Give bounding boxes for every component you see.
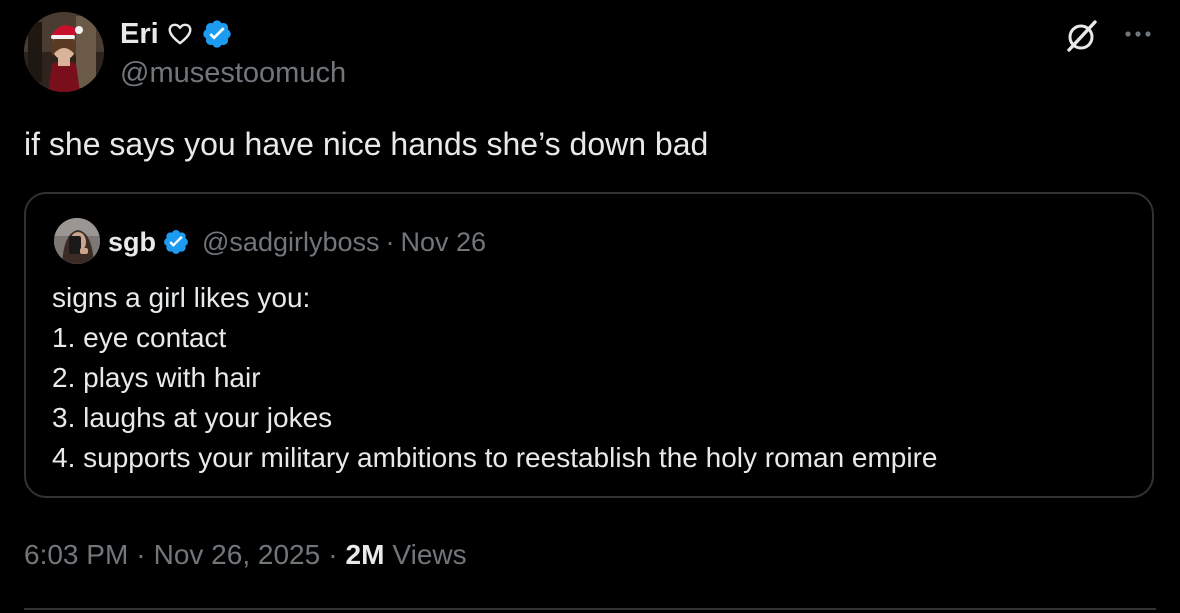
quoted-tweet-separator: · bbox=[385, 226, 395, 257]
views-count: 2M bbox=[345, 539, 385, 570]
quoted-tweet-line: 3. laughs at your jokes bbox=[52, 402, 333, 433]
quoted-author-avatar bbox=[54, 218, 100, 264]
quoted-author-handle[interactable]: @sadgirlyboss bbox=[202, 227, 379, 258]
tweet-text: if she says you have nice hands she’s do… bbox=[24, 126, 709, 162]
author-avatar[interactable] bbox=[24, 12, 104, 92]
grok-icon[interactable] bbox=[1064, 18, 1100, 54]
tweet-container: Eri @musestoomuch if she says you have n… bbox=[0, 0, 1180, 613]
author-handle[interactable]: @musestoomuch bbox=[120, 55, 346, 91]
quoted-tweet-line: 2. plays with hair bbox=[52, 362, 261, 393]
quoted-tweet-card[interactable]: sgb @sadgirlyboss · Nov 26 signs a girl … bbox=[24, 192, 1154, 498]
views-label: Views bbox=[392, 539, 467, 570]
author-avatar-image bbox=[24, 12, 104, 92]
quoted-tweet-text: signs a girl likes you: 1. eye contact 2… bbox=[52, 278, 938, 478]
author-display-name[interactable]: Eri bbox=[120, 16, 159, 52]
tweet-meta-row: 6:03 PM · Nov 26, 2025 · 2M Views bbox=[24, 535, 467, 575]
quoted-tweet-header: sgb @sadgirlyboss · Nov 26 bbox=[108, 224, 486, 260]
meta-separator: · bbox=[136, 539, 146, 570]
quoted-tweet-line: 4. supports your military ambitions to r… bbox=[52, 442, 938, 473]
heart-outline-icon bbox=[167, 21, 193, 47]
author-name-row: Eri bbox=[120, 16, 233, 52]
meta-separator: · bbox=[328, 539, 338, 570]
verified-badge-icon[interactable] bbox=[162, 228, 190, 256]
quoted-author-avatar-image bbox=[54, 218, 100, 264]
quoted-author-display-name[interactable]: sgb bbox=[108, 227, 156, 258]
more-horizontal-icon[interactable] bbox=[1120, 22, 1156, 46]
verified-badge-icon[interactable] bbox=[201, 18, 233, 50]
tweet-date[interactable]: Nov 26, 2025 bbox=[154, 539, 321, 571]
divider bbox=[24, 608, 1156, 610]
quoted-tweet-line: signs a girl likes you: bbox=[52, 282, 311, 313]
tweet-time[interactable]: 6:03 PM bbox=[24, 539, 128, 571]
quoted-tweet-date[interactable]: Nov 26 bbox=[401, 227, 487, 258]
quoted-tweet-line: 1. eye contact bbox=[52, 322, 227, 353]
